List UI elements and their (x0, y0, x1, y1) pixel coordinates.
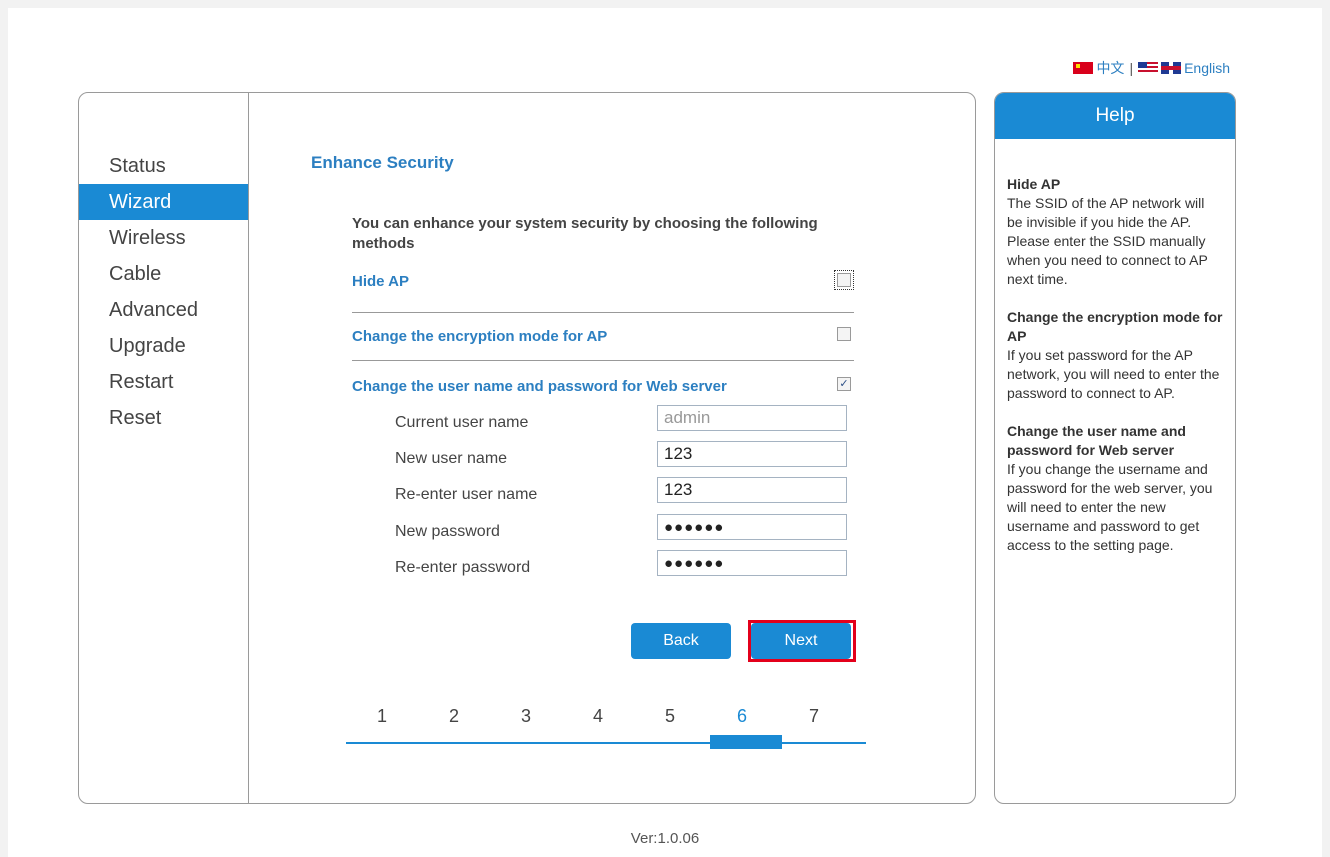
divider (352, 360, 854, 361)
uk-flag-icon[interactable] (1161, 62, 1182, 74)
help-title: Help (995, 93, 1235, 139)
help-body: Hide AP The SSID of the AP network will … (995, 139, 1235, 555)
intro-text: You can enhance your system security by … (352, 215, 818, 252)
encryption-mode-checkbox[interactable] (837, 327, 851, 341)
sidebar-item-upgrade[interactable]: Upgrade (79, 328, 248, 364)
sidebar-nav: Status Wizard Wireless Cable Advanced Up… (79, 93, 249, 803)
current-step-indicator (710, 735, 782, 749)
option-label: Change the encryption mode for AP (352, 328, 608, 345)
chinese-language-link[interactable]: 中文 (1096, 58, 1124, 78)
sidebar-item-wizard[interactable]: Wizard (79, 184, 248, 220)
help-text-credentials: If you change the username and password … (1007, 461, 1213, 553)
divider (352, 312, 854, 313)
back-button[interactable]: Back (631, 623, 731, 659)
help-panel: Help Hide AP The SSID of the AP network … (994, 92, 1236, 804)
steps-progress-line (346, 742, 866, 744)
english-language-link[interactable]: English (1184, 60, 1230, 76)
option-label: Change the user name and password for We… (352, 378, 727, 395)
reenter-username-label: Re-enter user name (395, 486, 538, 503)
step-5[interactable]: 5 (634, 706, 706, 727)
step-2[interactable]: 2 (418, 706, 490, 727)
sidebar-item-cable[interactable]: Cable (79, 256, 248, 292)
sidebar-item-reset[interactable]: Reset (79, 400, 248, 436)
help-text-encryption: If you set password for the AP network, … (1007, 347, 1220, 401)
new-username-label: New user name (395, 450, 508, 467)
reenter-password-field[interactable] (657, 550, 847, 576)
new-password-field[interactable] (657, 514, 847, 540)
sidebar-item-wireless[interactable]: Wireless (79, 220, 248, 256)
new-password-label: New password (395, 523, 500, 540)
help-heading-credentials: Change the user name and password for We… (1007, 423, 1186, 458)
web-credentials-checkbox[interactable]: ✓ (837, 377, 851, 391)
language-bar: 中文 | English (1073, 58, 1230, 78)
option-label: Hide AP (352, 273, 409, 290)
step-4[interactable]: 4 (562, 706, 634, 727)
sidebar-item-status[interactable]: Status (79, 148, 248, 184)
china-flag-icon[interactable] (1073, 62, 1094, 74)
sidebar-item-restart[interactable]: Restart (79, 364, 248, 400)
current-username-field[interactable] (657, 405, 847, 431)
language-separator: | (1129, 60, 1134, 76)
main-panel: Status Wizard Wireless Cable Advanced Up… (78, 92, 976, 804)
version-label: Ver:1.0.06 (630, 830, 700, 847)
page-title: Enhance Security (311, 153, 454, 172)
sidebar-list: Status Wizard Wireless Cable Advanced Up… (79, 148, 248, 436)
reenter-password-label: Re-enter password (395, 559, 531, 576)
step-6[interactable]: 6 (706, 706, 778, 727)
hide-ap-checkbox[interactable] (834, 270, 854, 290)
step-1[interactable]: 1 (346, 706, 418, 727)
sidebar-item-advanced[interactable]: Advanced (79, 292, 248, 328)
option-encryption-mode: Change the encryption mode for AP (352, 321, 854, 365)
step-3[interactable]: 3 (490, 706, 562, 727)
new-username-field[interactable] (657, 441, 847, 467)
help-heading-hide-ap: Hide AP (1007, 176, 1061, 192)
us-flag-icon[interactable] (1138, 62, 1159, 74)
wizard-content: Enhance Security You can enhance your sy… (249, 93, 975, 803)
reenter-username-field[interactable] (657, 477, 847, 503)
current-username-label: Current user name (395, 414, 529, 431)
page: 中文 | English Status Wizard Wireless Cabl… (8, 8, 1322, 857)
help-text-hide-ap: The SSID of the AP network will be invis… (1007, 195, 1208, 287)
next-button-highlight (748, 620, 856, 662)
option-hide-ap: Hide AP (352, 270, 854, 315)
help-heading-encryption: Change the encryption mode for AP (1007, 309, 1223, 344)
step-7[interactable]: 7 (778, 706, 850, 727)
wizard-steps: 1 2 3 4 5 6 7 (346, 706, 866, 749)
